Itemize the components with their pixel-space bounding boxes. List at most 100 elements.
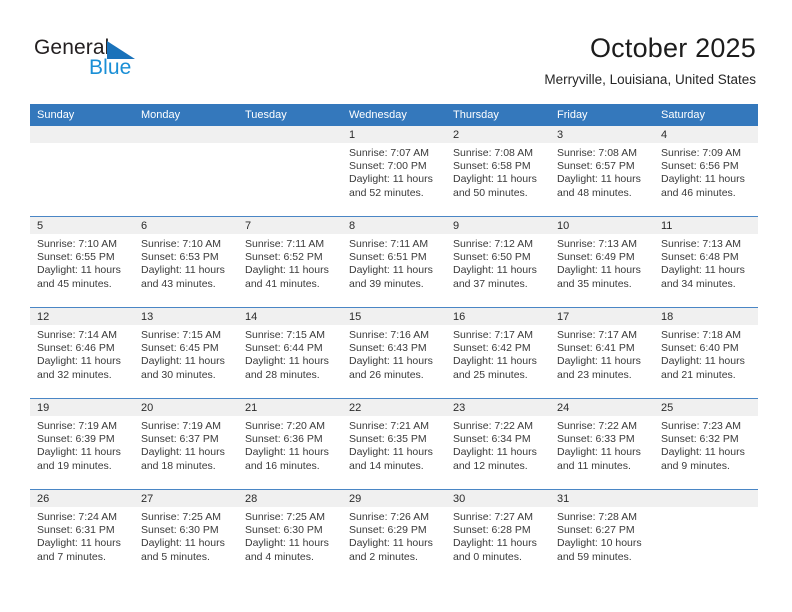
calendar-day-cell[interactable]: 25 Sunrise: 7:23 AM Sunset: 6:32 PM Dayligh… — [654, 398, 758, 490]
day-cell-inner: 11 Sunrise: 7:13 AM Sunset: 6:48 PM Dayligh… — [654, 217, 758, 307]
day-sun-details: Sunrise: 7:08 AM Sunset: 6:58 PM Daylight:… — [446, 143, 550, 200]
calendar-day-cell[interactable]: 4 Sunrise: 7:09 AM Sunset: 6:56 PM Daylight… — [654, 126, 758, 217]
calendar-day-cell[interactable]: 29 Sunrise: 7:26 AM Sunset: 6:29 PM Dayligh… — [342, 489, 446, 580]
day-detail-line: Sunrise: 7:08 AM — [557, 147, 637, 159]
page-header: General Blue October 2025 Merryville, Lo… — [0, 0, 792, 100]
day-number: 15 — [342, 308, 446, 325]
day-number: 20 — [134, 399, 238, 416]
day-detail-line: Daylight: 11 hours — [557, 173, 641, 186]
day-sun-details: Sunrise: 7:27 AM Sunset: 6:28 PM Daylight:… — [446, 507, 550, 564]
day-detail-line: Daylight: 11 hours — [661, 173, 745, 186]
day-sun-details: Sunrise: 7:17 AM Sunset: 6:41 PM Daylight:… — [550, 325, 654, 382]
day-cell-inner: 18 Sunrise: 7:18 AM Sunset: 6:40 PM Dayligh… — [654, 308, 758, 398]
calendar-day-cell[interactable]: 22 Sunrise: 7:21 AM Sunset: 6:35 PM Dayligh… — [342, 398, 446, 490]
calendar-day-cell[interactable]: 19 Sunrise: 7:19 AM Sunset: 6:39 PM Dayligh… — [30, 398, 134, 490]
day-cell-inner: 15 Sunrise: 7:16 AM Sunset: 6:43 PM Dayligh… — [342, 308, 446, 398]
day-sun-details: Sunrise: 7:26 AM Sunset: 6:29 PM Daylight:… — [342, 507, 446, 564]
day-detail-line: and 28 minutes. — [245, 368, 320, 381]
day-detail-line: Sunset: 6:29 PM — [349, 524, 427, 537]
day-detail-line: and 18 minutes. — [141, 459, 216, 472]
day-detail-line: and 26 minutes. — [349, 368, 424, 381]
calendar-day-cell[interactable]: 10 Sunrise: 7:13 AM Sunset: 6:49 PM Dayligh… — [550, 216, 654, 308]
day-number: 9 — [446, 217, 550, 234]
day-number: 17 — [550, 308, 654, 325]
day-sun-details: Sunrise: 7:08 AM Sunset: 6:57 PM Daylight:… — [550, 143, 654, 200]
day-detail-line: Daylight: 11 hours — [349, 537, 433, 550]
day-detail-line: Daylight: 11 hours — [141, 355, 225, 368]
day-detail-line: and 25 minutes. — [453, 368, 528, 381]
day-cell-inner: 4 Sunrise: 7:09 AM Sunset: 6:56 PM Daylight… — [654, 126, 758, 216]
day-sun-details: Sunrise: 7:23 AM Sunset: 6:32 PM Daylight:… — [654, 416, 758, 473]
day-detail-line: Sunrise: 7:11 AM — [349, 238, 429, 250]
day-detail-line: Daylight: 11 hours — [245, 446, 329, 459]
day-number: 5 — [30, 217, 134, 234]
day-detail-line: Sunrise: 7:08 AM — [453, 147, 533, 159]
day-number: 31 — [550, 490, 654, 507]
day-detail-line: Sunrise: 7:10 AM — [141, 238, 221, 250]
calendar-day-cell[interactable]: 3 Sunrise: 7:08 AM Sunset: 6:57 PM Daylight… — [550, 126, 654, 217]
day-detail-line: Daylight: 11 hours — [245, 355, 329, 368]
day-sun-details: Sunrise: 7:19 AM Sunset: 6:39 PM Daylight:… — [30, 416, 134, 473]
calendar-day-cell[interactable]: 7 Sunrise: 7:11 AM Sunset: 6:52 PM Daylight… — [238, 216, 342, 308]
calendar-day-cell[interactable]: 15 Sunrise: 7:16 AM Sunset: 6:43 PM Dayligh… — [342, 307, 446, 399]
calendar-day-cell[interactable]: 26 Sunrise: 7:24 AM Sunset: 6:31 PM Dayligh… — [30, 489, 134, 580]
day-number: 27 — [134, 490, 238, 507]
calendar-day-cell[interactable]: 13 Sunrise: 7:15 AM Sunset: 6:45 PM Dayligh… — [134, 307, 238, 399]
calendar-day-cell[interactable]: 31 Sunrise: 7:28 AM Sunset: 6:27 PM Dayligh… — [550, 489, 654, 580]
calendar-day-cell[interactable]: 30 Sunrise: 7:27 AM Sunset: 6:28 PM Dayligh… — [446, 489, 550, 580]
calendar-day-cell[interactable]: 17 Sunrise: 7:17 AM Sunset: 6:41 PM Dayligh… — [550, 307, 654, 399]
calendar-day-cell[interactable]: 1 Sunrise: 7:07 AM Sunset: 7:00 PM Daylight… — [342, 126, 446, 217]
day-detail-line: Sunset: 6:49 PM — [557, 251, 635, 264]
day-detail-line: and 32 minutes. — [37, 368, 112, 381]
calendar-day-cell[interactable]: 27 Sunrise: 7:25 AM Sunset: 6:30 PM Dayligh… — [134, 489, 238, 580]
day-detail-line: Daylight: 11 hours — [453, 446, 537, 459]
day-sun-details: Sunrise: 7:11 AM Sunset: 6:52 PM Daylight:… — [238, 234, 342, 291]
day-detail-line: Sunset: 6:40 PM — [661, 342, 739, 355]
calendar-day-cell[interactable]: 21 Sunrise: 7:20 AM Sunset: 6:36 PM Dayligh… — [238, 398, 342, 490]
day-detail-line: Daylight: 11 hours — [661, 446, 745, 459]
calendar-day-cell[interactable]: 6 Sunrise: 7:10 AM Sunset: 6:53 PM Daylight… — [134, 216, 238, 308]
day-number: 8 — [342, 217, 446, 234]
day-detail-line: Sunset: 6:51 PM — [349, 251, 427, 264]
calendar-day-cell[interactable]: 11 Sunrise: 7:13 AM Sunset: 6:48 PM Dayligh… — [654, 216, 758, 308]
calendar-day-cell[interactable]: 5 Sunrise: 7:10 AM Sunset: 6:55 PM Daylight… — [30, 216, 134, 308]
day-sun-details: Sunrise: 7:22 AM Sunset: 6:34 PM Daylight:… — [446, 416, 550, 473]
calendar-day-cell[interactable]: 14 Sunrise: 7:15 AM Sunset: 6:44 PM Dayligh… — [238, 307, 342, 399]
calendar-day-cell[interactable]: 9 Sunrise: 7:12 AM Sunset: 6:50 PM Daylight… — [446, 216, 550, 308]
calendar-day-cell[interactable]: 16 Sunrise: 7:17 AM Sunset: 6:42 PM Dayligh… — [446, 307, 550, 399]
calendar-day-cell[interactable]: 23 Sunrise: 7:22 AM Sunset: 6:34 PM Dayligh… — [446, 398, 550, 490]
day-sun-details — [238, 143, 342, 147]
calendar-day-cell[interactable]: 20 Sunrise: 7:19 AM Sunset: 6:37 PM Dayligh… — [134, 398, 238, 490]
calendar-day-cell[interactable]: 24 Sunrise: 7:22 AM Sunset: 6:33 PM Dayligh… — [550, 398, 654, 490]
day-number: 16 — [446, 308, 550, 325]
day-detail-line: Daylight: 11 hours — [349, 264, 433, 277]
day-cell-inner: 5 Sunrise: 7:10 AM Sunset: 6:55 PM Daylight… — [30, 217, 134, 307]
general-blue-logo: General Blue — [34, 36, 174, 82]
weekday-header-tuesday: Tuesday — [238, 104, 342, 126]
day-sun-details: Sunrise: 7:17 AM Sunset: 6:42 PM Daylight:… — [446, 325, 550, 382]
calendar-day-cell[interactable]: 2 Sunrise: 7:08 AM Sunset: 6:58 PM Daylight… — [446, 126, 550, 217]
day-detail-line: and 45 minutes. — [37, 277, 112, 290]
day-number: 18 — [654, 308, 758, 325]
day-cell-inner: 13 Sunrise: 7:15 AM Sunset: 6:45 PM Dayligh… — [134, 308, 238, 398]
day-detail-line: Sunset: 7:00 PM — [349, 160, 427, 173]
day-detail-line: Daylight: 11 hours — [141, 446, 225, 459]
day-detail-line: Daylight: 11 hours — [37, 446, 121, 459]
day-detail-line: and 35 minutes. — [557, 277, 632, 290]
calendar-day-cell[interactable]: 8 Sunrise: 7:11 AM Sunset: 6:51 PM Daylight… — [342, 216, 446, 308]
day-sun-details: Sunrise: 7:13 AM Sunset: 6:48 PM Daylight:… — [654, 234, 758, 291]
day-detail-line: Sunset: 6:58 PM — [453, 160, 531, 173]
day-detail-line: and 43 minutes. — [141, 277, 216, 290]
day-detail-line: Sunrise: 7:09 AM — [661, 147, 741, 159]
weekday-header-monday: Monday — [134, 104, 238, 126]
day-number — [238, 126, 342, 143]
weekday-header-sunday: Sunday — [30, 104, 134, 126]
calendar-day-cell-empty — [654, 489, 758, 580]
day-detail-line: Daylight: 11 hours — [37, 264, 121, 277]
calendar-day-cell[interactable]: 18 Sunrise: 7:18 AM Sunset: 6:40 PM Dayligh… — [654, 307, 758, 399]
calendar-day-cell[interactable]: 28 Sunrise: 7:25 AM Sunset: 6:30 PM Dayligh… — [238, 489, 342, 580]
calendar-day-cell[interactable]: 12 Sunrise: 7:14 AM Sunset: 6:46 PM Dayligh… — [30, 307, 134, 399]
day-number: 19 — [30, 399, 134, 416]
day-detail-line: Sunset: 6:53 PM — [141, 251, 219, 264]
day-detail-line: Daylight: 11 hours — [245, 537, 329, 550]
